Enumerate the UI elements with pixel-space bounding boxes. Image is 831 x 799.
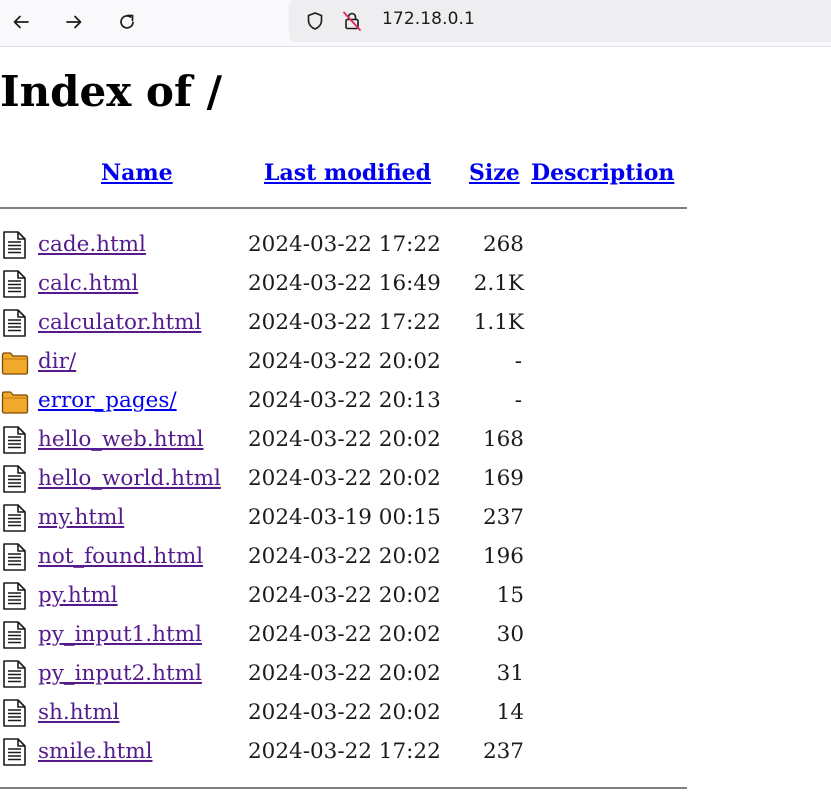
forward-button[interactable] [59, 8, 89, 36]
column-header-name[interactable]: Name [101, 156, 173, 190]
file-row: calculator.html 2024-03-22 17:22 1.1K [0, 304, 700, 343]
browser-toolbar: 172.18.0.1 [0, 0, 831, 47]
file-link[interactable]: smile.html [38, 735, 152, 769]
file-modified: 2024-03-22 20:02 [248, 349, 441, 374]
file-icon [0, 737, 30, 767]
file-modified: 2024-03-22 20:02 [248, 622, 441, 647]
file-row: my.html 2024-03-19 00:15 237 [0, 499, 700, 538]
file-size: 169 [482, 466, 524, 491]
arrow-right-icon [66, 15, 82, 29]
file-modified: 2024-03-22 20:02 [248, 427, 441, 452]
file-link[interactable]: not_found.html [38, 540, 203, 574]
file-link[interactable]: hello_world.html [38, 462, 221, 496]
file-link[interactable]: py.html [38, 579, 118, 613]
file-icon [0, 230, 30, 260]
file-modified: 2024-03-22 20:13 [248, 388, 441, 413]
file-link[interactable]: cade.html [38, 228, 146, 262]
arrow-left-icon [13, 15, 29, 29]
file-size: - [514, 388, 522, 413]
file-icon [0, 503, 30, 533]
file-link[interactable]: sh.html [38, 696, 119, 730]
page-title: Index of / [0, 67, 222, 116]
file-modified: 2024-03-22 20:02 [248, 700, 441, 725]
url-text[interactable]: 172.18.0.1 [382, 9, 475, 29]
file-size: 237 [482, 739, 524, 764]
folder-icon [0, 347, 30, 377]
file-icon [0, 542, 30, 572]
file-link[interactable]: dir/ [38, 345, 76, 379]
file-modified: 2024-03-22 17:22 [248, 310, 441, 335]
file-size: 196 [482, 544, 524, 569]
file-modified: 2024-03-22 17:22 [248, 232, 441, 257]
file-size: 14 [496, 700, 524, 725]
file-link[interactable]: calc.html [38, 267, 138, 301]
reload-button[interactable] [112, 8, 142, 36]
column-header-size[interactable]: Size [469, 156, 520, 190]
file-modified: 2024-03-22 16:49 [248, 271, 441, 296]
file-link[interactable]: py_input1.html [38, 618, 202, 652]
shield-icon[interactable] [304, 10, 326, 32]
file-row: cade.html 2024-03-22 17:22 268 [0, 226, 700, 265]
file-icon [0, 659, 30, 689]
file-link[interactable]: my.html [38, 501, 124, 535]
file-icon [0, 581, 30, 611]
file-icon [0, 620, 30, 650]
file-modified: 2024-03-22 20:02 [248, 466, 441, 491]
url-bar[interactable] [289, 0, 831, 42]
file-icon [0, 698, 30, 728]
reload-icon [120, 14, 134, 29]
file-modified: 2024-03-22 17:22 [248, 739, 441, 764]
back-button[interactable] [6, 8, 36, 36]
file-icon [0, 425, 30, 455]
file-link[interactable]: hello_web.html [38, 423, 204, 457]
column-header-last-modified[interactable]: Last modified [264, 156, 431, 190]
file-row: dir/2024-03-22 20:02 - [0, 343, 700, 382]
file-row: hello_web.html 2024-03-22 20:02 168 [0, 421, 700, 460]
file-size: 268 [482, 232, 524, 257]
file-icon [0, 308, 30, 338]
file-row: hello_world.html 2024-03-22 20:02 169 [0, 460, 700, 499]
file-row: smile.html 2024-03-22 17:22 237 [0, 733, 700, 772]
column-header-description[interactable]: Description [531, 156, 674, 190]
file-modified: 2024-03-22 20:02 [248, 544, 441, 569]
file-row: py_input1.html 2024-03-22 20:02 30 [0, 616, 700, 655]
file-modified: 2024-03-19 00:15 [248, 505, 441, 530]
file-modified: 2024-03-22 20:02 [248, 583, 441, 608]
file-size: 168 [482, 427, 524, 452]
folder-icon [0, 386, 30, 416]
file-row: error_pages/2024-03-22 20:13 - [0, 382, 700, 421]
file-size: 30 [496, 622, 524, 647]
file-size: 237 [482, 505, 524, 530]
file-row: py.html 2024-03-22 20:02 15 [0, 577, 700, 616]
file-size: 1.1K [473, 310, 524, 335]
file-row: not_found.html 2024-03-22 20:02 196 [0, 538, 700, 577]
file-size: 15 [496, 583, 524, 608]
file-link[interactable]: calculator.html [38, 306, 201, 340]
crossed-lock-icon[interactable] [341, 10, 363, 32]
file-size: 31 [496, 661, 524, 686]
file-row: py_input2.html 2024-03-22 20:02 31 [0, 655, 700, 694]
file-link[interactable]: py_input2.html [38, 657, 202, 691]
file-size: - [514, 349, 522, 374]
divider-top [0, 207, 687, 209]
file-icon [0, 269, 30, 299]
divider-bottom [0, 787, 687, 789]
file-modified: 2024-03-22 20:02 [248, 661, 441, 686]
file-link[interactable]: error_pages/ [38, 384, 177, 418]
file-row: calc.html 2024-03-22 16:49 2.1K [0, 265, 700, 304]
file-icon [0, 464, 30, 494]
file-size: 2.1K [473, 271, 524, 296]
file-row: sh.html 2024-03-22 20:02 14 [0, 694, 700, 733]
